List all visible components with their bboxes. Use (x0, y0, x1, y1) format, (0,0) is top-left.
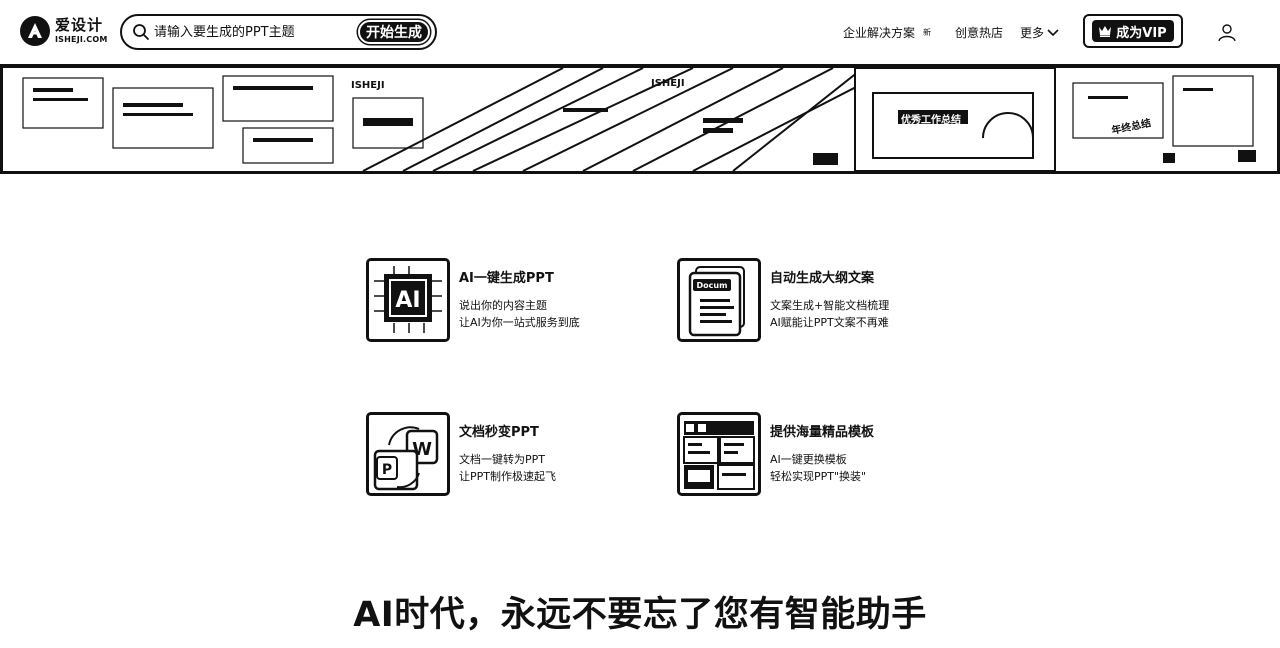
become-vip-button[interactable]: 成为VIP (1083, 14, 1183, 48)
crown-icon (1099, 26, 1112, 37)
search-icon (133, 24, 149, 40)
logo-icon (20, 16, 50, 46)
nav-more-menu[interactable]: 更多 (1020, 24, 1059, 41)
svg-text:P: P (382, 462, 392, 478)
svg-text:AI: AI (395, 288, 420, 313)
feature-doc-to-ppt: W P 文档秒变PPT 文档一键转为PPT 让PPT制作极速起飞 (366, 412, 556, 496)
document-icon: Docum (677, 258, 761, 342)
word-to-ppt-icon: W P (366, 412, 450, 496)
feature-title: 自动生成大纲文案 (770, 271, 875, 286)
logo-title: 爱设计 (55, 16, 104, 34)
banner-artwork (22, 68, 1256, 171)
template-icon (677, 412, 761, 496)
feature-auto-outline: Docum 自动生成大纲文案 文案生成+智能文档梳理 AI赋能让PPT文案不再难 (677, 258, 889, 342)
site-logo[interactable]: 爱设计 ISHEJI.COM (20, 16, 108, 46)
start-generate-button[interactable]: 开始生成 (358, 20, 430, 44)
svg-text:Docum: Docum (697, 281, 728, 290)
user-avatar-icon[interactable] (1215, 20, 1239, 44)
feature-title: 文档秒变PPT (459, 425, 539, 440)
feature-desc: 文档一键转为PPT (459, 453, 545, 466)
banner-tag: 优秀工作总结 (901, 115, 961, 126)
banner-tag: ISHEJI (351, 80, 385, 91)
search-input[interactable] (154, 24, 354, 40)
new-badge: 新 (923, 28, 931, 37)
feature-desc: AI一键更换模板 (770, 453, 847, 466)
feature-desc: 轻松实现PPT"换装" (770, 470, 867, 483)
feature-desc: 让PPT制作极速起飞 (459, 470, 556, 483)
top-header: 爱设计 ISHEJI.COM 开始生成 企业解决方案 新 创意热店 更多 成为V… (0, 0, 1280, 64)
logo-subtitle: ISHEJI.COM (55, 35, 108, 44)
feature-ai-generate: AI AI一键生成PPT 说出你的内容主题 让AI为你一站式服务到底 (366, 258, 580, 342)
chevron-down-icon (1047, 28, 1059, 36)
feature-title: 提供海量精品模板 (770, 425, 875, 440)
feature-desc: 让AI为你一站式服务到底 (459, 316, 580, 329)
banner-tag: ISHEJI (651, 78, 685, 89)
feature-title: AI一键生成PPT (459, 271, 554, 286)
feature-templates: 提供海量精品模板 AI一键更换模板 轻松实现PPT"换装" (677, 412, 874, 496)
feature-desc: 文案生成+智能文档梳理 (770, 299, 890, 312)
nav-creative-hot-shop[interactable]: 创意热店 (955, 24, 1003, 41)
nav-more-label: 更多 (1020, 26, 1045, 40)
nav-enterprise-solutions[interactable]: 企业解决方案 (843, 24, 915, 41)
feature-desc: 说出你的内容主题 (459, 299, 547, 312)
hero-banner[interactable]: ISHEJI ISHEJI 优秀工作总结 年终总结 (0, 64, 1280, 174)
ai-chip-icon: AI (366, 258, 450, 342)
search-bar: 开始生成 (120, 14, 437, 50)
feature-desc: AI赋能让PPT文案不再难 (770, 316, 889, 329)
vip-label: 成为VIP (1116, 25, 1167, 41)
section-headline: AI时代，永远不要忘了您有智能助手 (353, 595, 927, 635)
